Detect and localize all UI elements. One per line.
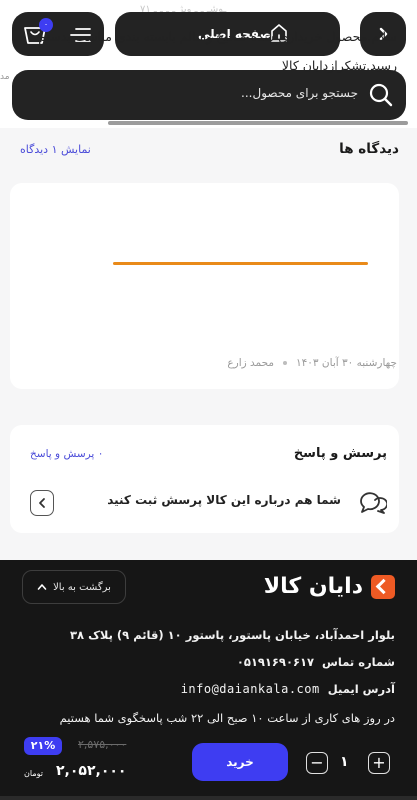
buy-button[interactable]: خرید — [192, 743, 288, 781]
horizontal-scrollbar[interactable] — [108, 121, 408, 125]
chevron-up-icon — [37, 584, 47, 590]
back-to-top-label: برگشت به بالا — [53, 581, 111, 593]
chat-bubbles-icon — [360, 492, 387, 514]
separator-dot — [283, 361, 288, 365]
footer-address: بلوار احمدآباد، خیابان پاستور، پاستور ۱۰… — [70, 628, 395, 642]
purchase-bar: ۲۱% ۲,۵۷۵,۰۰۰ تومان ۲,۰۵۲,۰۰۰ خرید − ۱ + — [14, 730, 406, 792]
footer-phone-row: شماره تماس ۰۵۱۹۱۶۹۰۶۱۷ — [237, 655, 395, 669]
comment-meta: چهارشنبه ۳۰ آبان ۱۴۰۳ محمد زارع — [227, 357, 397, 369]
final-price: ۲,۰۵۲,۰۰۰ — [56, 763, 127, 779]
increase-quantity-button[interactable]: + — [368, 752, 390, 774]
decrease-quantity-button[interactable]: − — [306, 752, 328, 774]
qa-title: پرسش و پاسخ — [293, 446, 387, 461]
search-placeholder: جستجو برای محصول... — [241, 86, 358, 100]
bottom-edge — [0, 796, 417, 800]
search-icon — [369, 83, 393, 107]
obscured-side-text: مد — [0, 72, 10, 82]
comment-text: سلام.محصول خریداری شده صحیح وسالم بابسته… — [38, 29, 397, 73]
footer-hours: در روز های کاری از ساعت ۱۰ صبح الی ۲۲ شب… — [59, 711, 395, 725]
chevron-left-icon — [39, 498, 45, 508]
comments-title: دیدگاه ها — [339, 141, 399, 157]
logo-mark-icon — [371, 574, 395, 599]
comment-date: چهارشنبه ۳۰ آبان ۱۴۰۳ — [296, 357, 397, 369]
phone-number[interactable]: ۰۵۱۹۱۶۹۰۶۱۷ — [237, 655, 314, 669]
qa-prompt[interactable]: شما هم درباره این کالا پرسش ثبت کنید — [107, 493, 341, 507]
email-address[interactable]: info@daiankala.com — [181, 682, 320, 696]
discount-badge: ۲۱% — [24, 737, 62, 755]
brand-name: دایان کالا — [263, 574, 363, 599]
comment-divider — [113, 262, 368, 265]
qa-card — [10, 425, 399, 533]
brand-logo[interactable]: دایان کالا — [264, 574, 395, 599]
currency-label: تومان — [24, 769, 43, 778]
ask-question-button[interactable] — [30, 490, 54, 516]
old-price: ۲,۵۷۵,۰۰۰ — [78, 738, 127, 751]
phone-label: شماره تماس — [322, 655, 395, 669]
email-label: آدرس ایمیل — [327, 682, 395, 696]
back-to-top-button[interactable]: برگشت به بالا — [22, 570, 126, 604]
quantity-value: ۱ — [340, 754, 349, 770]
qa-count-link[interactable]: ۰ پرسش و پاسخ — [30, 448, 103, 460]
show-comments-link[interactable]: نمایش ۱ دیدگاه — [20, 143, 91, 156]
footer-email-row: آدرس ایمیل info@daiankala.com — [181, 682, 395, 696]
comment-author: محمد زارع — [227, 357, 275, 369]
